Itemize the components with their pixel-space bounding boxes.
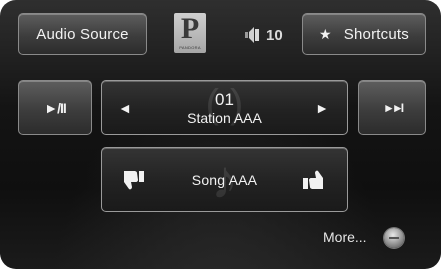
play-pause-icon: ►/II [44,99,67,116]
skip-icon: ►►I [382,100,404,115]
shortcuts-button[interactable]: ★ Shortcuts [302,13,426,55]
more-knob-icon[interactable] [384,228,404,248]
station-panel: ( ) ◄ 01 Station AAA ► [101,80,348,135]
shortcuts-label: Shortcuts [343,25,409,43]
pandora-logo-letter: P [180,12,200,45]
pandora-logo: P PANDORA [174,13,206,53]
skip-track-button[interactable]: ►►I [358,80,426,135]
star-icon: ★ [319,25,332,42]
audio-source-button[interactable]: Audio Source [18,13,147,55]
more-label[interactable]: More... [323,229,367,245]
pandora-logo-word: PANDORA [179,45,201,50]
station-info: 01 Station AAA [102,90,347,127]
song-name: Song AAA [191,171,258,188]
volume-level: 10 [266,26,283,44]
audio-source-label: Audio Source [36,25,129,43]
station-number: 01 [215,90,234,109]
station-name: Station AAA [187,110,262,126]
next-station-button[interactable]: ► [315,100,329,116]
song-panel: ♪ Song AAA [101,147,348,212]
thumbs-up-icon[interactable] [301,168,325,192]
play-pause-button[interactable]: ►/II [18,80,92,135]
audio-screen: Audio Source P PANDORA 10 ★ Shortcuts ►/… [0,0,441,269]
speaker-icon [245,27,259,43]
volume-indicator: 10 [244,24,283,46]
thumbs-down-icon[interactable] [122,168,146,192]
